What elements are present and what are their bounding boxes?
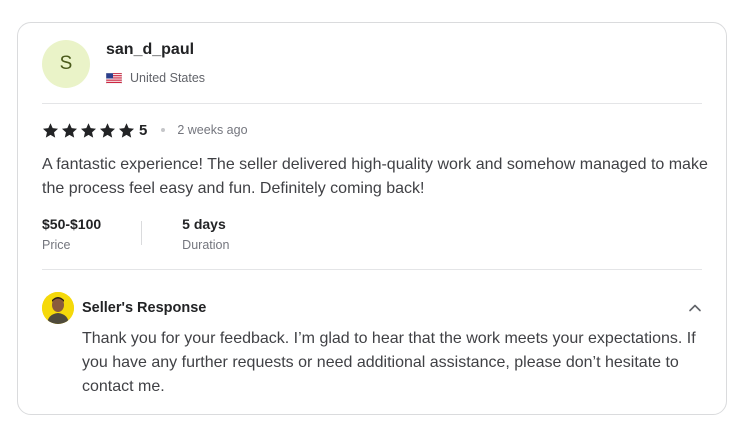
rating-row: 5 2 weeks ago [42,120,248,140]
star-icon [42,122,59,138]
reviewer-header: S san_d_paul United States [42,40,702,90]
star-icon [118,122,135,138]
review-text: A fantastic experience! The seller deliv… [42,156,708,197]
seller-photo-icon [42,292,74,324]
seller-response-title: Seller's Response [82,300,207,316]
meta-divider [141,221,143,245]
response-divider [42,269,702,270]
reviewer-country: United States [106,71,205,85]
star-icon [80,122,97,138]
review-time-ago: 2 weeks ago [177,123,248,137]
reviewer-avatar: S [42,40,90,88]
header-divider [42,103,702,104]
duration-value: 5 days [182,216,226,232]
country-name: United States [130,71,206,85]
seller-response-text: Thank you for your feedback. I’m glad to… [82,330,696,395]
reviewer-username[interactable]: san_d_paul [106,41,194,59]
price-value: $50-$100 [42,216,102,232]
star-icon [99,122,116,138]
star-rating [42,122,137,139]
duration-meta: 5 days Duration [182,215,229,255]
chevron-up-icon[interactable] [688,301,702,315]
review-card: S san_d_paul United States 5 2 weeks ago… [17,22,727,415]
separator-dot [161,128,166,132]
us-flag-icon [106,72,122,84]
seller-response-toggle[interactable]: Seller's Response [42,292,702,324]
star-icon [61,122,78,138]
seller-avatar [42,292,74,324]
duration-label: Duration [182,238,230,252]
order-meta: $50-$100 Price 5 days Duration [42,215,229,255]
rating-value: 5 [139,121,148,139]
price-meta: $50-$100 Price [42,215,101,255]
price-label: Price [42,238,71,252]
